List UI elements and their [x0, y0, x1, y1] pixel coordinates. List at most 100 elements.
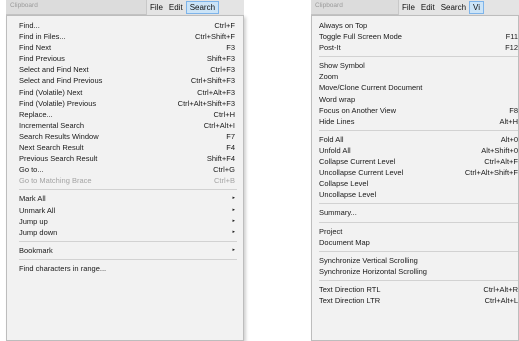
menu-item-shortcut: Ctrl+Alt+F: [484, 157, 518, 167]
left-menubar-edit[interactable]: Edit: [166, 1, 186, 14]
menu-item-incremental-search[interactable]: Incremental Search Ctrl+Alt+I: [19, 120, 237, 131]
menu-item-find-in-files[interactable]: Find in Files... Ctrl+Shift+F: [19, 31, 237, 42]
menu-item-find-volatile-next[interactable]: Find (Volatile) Next Ctrl+Alt+F3: [19, 87, 237, 98]
menu-item-find-characters-in-range[interactable]: Find characters in range...: [19, 263, 237, 274]
menu-item-shortcut: Ctrl+Alt+I: [203, 120, 235, 130]
menu-item-label: Text Direction RTL: [319, 284, 381, 294]
right-menubar: File Edit Search Vi: [398, 0, 519, 15]
menu-item-shortcut: F3: [226, 43, 235, 53]
menu-item-label: Hide Lines: [319, 116, 355, 126]
menu-item-uncollapse-level[interactable]: Uncollapse Level: [319, 189, 518, 200]
menu-item-label: Unfold All: [319, 145, 351, 155]
submenu-arrow-icon: ▸: [232, 195, 235, 202]
menu-item-shortcut: F11: [505, 32, 518, 42]
menu-item-jump-up[interactable]: Jump up ▸: [19, 216, 237, 227]
menu-item-zoom[interactable]: Zoom: [319, 71, 518, 82]
menu-item-shortcut: Ctrl+Shift+F: [194, 32, 235, 42]
menu-item-project[interactable]: Project: [319, 226, 518, 237]
right-menubar-edit[interactable]: Edit: [418, 1, 438, 14]
right-menubar-search[interactable]: Search: [438, 1, 469, 14]
menu-item-label: Move/Clone Current Document: [319, 83, 423, 93]
menu-item-label: Unmark All: [19, 205, 56, 215]
menu-item-label: Mark All: [19, 194, 46, 204]
menu-item-find-previous[interactable]: Find Previous Shift+F3: [19, 53, 237, 64]
menu-item-hide-lines[interactable]: Hide Lines Alt+H: [319, 116, 518, 127]
menu-item-show-symbol[interactable]: Show Symbol: [319, 60, 518, 71]
menu-item-label: Document Map: [319, 237, 370, 247]
menu-item-text-direction-rtl[interactable]: Text Direction RTL Ctrl+Alt+R: [319, 284, 518, 295]
menu-item-label: Project: [319, 226, 343, 236]
menu-separator: [19, 240, 237, 242]
menu-item-label: Find...: [19, 21, 40, 30]
left-menubar: File Edit Search: [146, 0, 244, 15]
menu-item-label: Synchronize Vertical Scrolling: [319, 255, 418, 265]
menu-item-search-results-window[interactable]: Search Results Window F7: [19, 131, 237, 142]
menu-item-find[interactable]: Find... Ctrl+F: [19, 20, 237, 31]
menu-item-label: Go to...: [19, 165, 44, 175]
menu-item-collapse-current-level[interactable]: Collapse Current Level Ctrl+Alt+F: [319, 156, 518, 167]
menu-separator: [319, 250, 518, 252]
right-toolbar-strip: Clipboard: [311, 0, 398, 15]
menu-item-label: Search Results Window: [19, 131, 99, 141]
menu-item-replace[interactable]: Replace... Ctrl+H: [19, 109, 237, 120]
menu-item-move-clone-current-document[interactable]: Move/Clone Current Document: [319, 82, 518, 93]
right-menubar-vi[interactable]: Vi: [469, 1, 485, 14]
menu-item-shortcut: Ctrl+Alt+Shift+F: [464, 168, 518, 178]
menu-item-label: Find (Volatile) Previous: [19, 98, 97, 108]
menu-item-label: Go to Matching Brace: [19, 176, 92, 186]
menu-item-summary[interactable]: Summary...: [319, 207, 518, 218]
left-toolbar-strip: Clipboard: [6, 0, 146, 15]
menu-item-label: Find Previous: [19, 54, 65, 64]
menu-item-label: Select and Find Previous: [19, 76, 103, 86]
menu-item-always-on-top[interactable]: Always on Top: [319, 20, 518, 31]
menu-item-synchronize-vertical-scrolling[interactable]: Synchronize Vertical Scrolling: [319, 255, 518, 266]
menu-item-label: Collapse Current Level: [319, 157, 396, 167]
left-toolbar-ghost-text: Clipboard: [10, 2, 38, 9]
menu-item-shortcut: Ctrl+Alt+F3: [197, 87, 235, 97]
menu-separator: [319, 279, 518, 281]
submenu-arrow-icon: ▸: [232, 228, 235, 235]
menu-item-label: Bookmark: [19, 245, 53, 255]
menu-separator: [319, 129, 518, 131]
menu-item-text-direction-ltr[interactable]: Text Direction LTR Ctrl+Alt+L: [319, 295, 518, 306]
menu-item-collapse-level[interactable]: Collapse Level: [319, 178, 518, 189]
menu-item-focus-on-another-view[interactable]: Focus on Another View F8: [319, 105, 518, 116]
menu-item-unmark-all[interactable]: Unmark All ▸: [19, 205, 237, 216]
menu-item-previous-search-result[interactable]: Previous Search Result Shift+F4: [19, 153, 237, 164]
menu-item-go-to[interactable]: Go to... Ctrl+G: [19, 164, 237, 175]
menu-item-shortcut: F7: [226, 131, 235, 141]
right-menubar-file[interactable]: File: [399, 1, 418, 14]
menu-item-post-it[interactable]: Post-It F12: [319, 42, 518, 53]
menu-item-uncollapse-current-level[interactable]: Uncollapse Current Level Ctrl+Alt+Shift+F: [319, 167, 518, 178]
menu-item-next-search-result[interactable]: Next Search Result F4: [19, 142, 237, 153]
menu-item-mark-all[interactable]: Mark All ▸: [19, 193, 237, 204]
menu-item-shortcut: Alt+0: [500, 134, 518, 144]
menu-item-bookmark[interactable]: Bookmark ▸: [19, 245, 237, 256]
menu-item-label: Post-It: [319, 43, 341, 53]
menu-separator: [319, 56, 518, 58]
menu-item-synchronize-horizontal-scrolling[interactable]: Synchronize Horizontal Scrolling: [319, 266, 518, 277]
submenu-arrow-icon: ▸: [232, 217, 235, 224]
menu-item-jump-down[interactable]: Jump down ▸: [19, 227, 237, 238]
menu-separator: [319, 221, 518, 223]
menu-item-select-and-find-next[interactable]: Select and Find Next Ctrl+F3: [19, 64, 237, 75]
menu-item-toggle-full-screen-mode[interactable]: Toggle Full Screen Mode F11: [319, 31, 518, 42]
menu-item-label: Synchronize Horizontal Scrolling: [319, 266, 427, 276]
menu-item-shortcut: Ctrl+Alt+L: [484, 295, 518, 305]
menu-item-word-wrap[interactable]: Word wrap: [319, 94, 518, 105]
left-menubar-file[interactable]: File: [147, 1, 166, 14]
menu-item-fold-all[interactable]: Fold All Alt+0: [319, 134, 518, 145]
menu-item-find-volatile-previous[interactable]: Find (Volatile) Previous Ctrl+Alt+Shift+F…: [19, 98, 237, 109]
menu-item-document-map[interactable]: Document Map: [319, 237, 518, 248]
menu-separator: [19, 189, 237, 191]
left-menubar-search[interactable]: Search: [185, 1, 220, 14]
menu-item-shortcut: Shift+F4: [206, 154, 235, 164]
menu-item-label: Select and Find Next: [19, 65, 89, 75]
menu-item-label: Text Direction LTR: [319, 295, 381, 305]
menu-item-select-and-find-previous[interactable]: Select and Find Previous Ctrl+Shift+F3: [19, 75, 237, 86]
menu-item-shortcut: F12: [505, 43, 518, 53]
menu-item-find-next[interactable]: Find Next F3: [19, 42, 237, 53]
menu-item-unfold-all[interactable]: Unfold All Alt+Shift+0: [319, 145, 518, 156]
menu-item-label: Fold All: [319, 134, 344, 144]
menu-item-label: Collapse Level: [319, 179, 369, 189]
